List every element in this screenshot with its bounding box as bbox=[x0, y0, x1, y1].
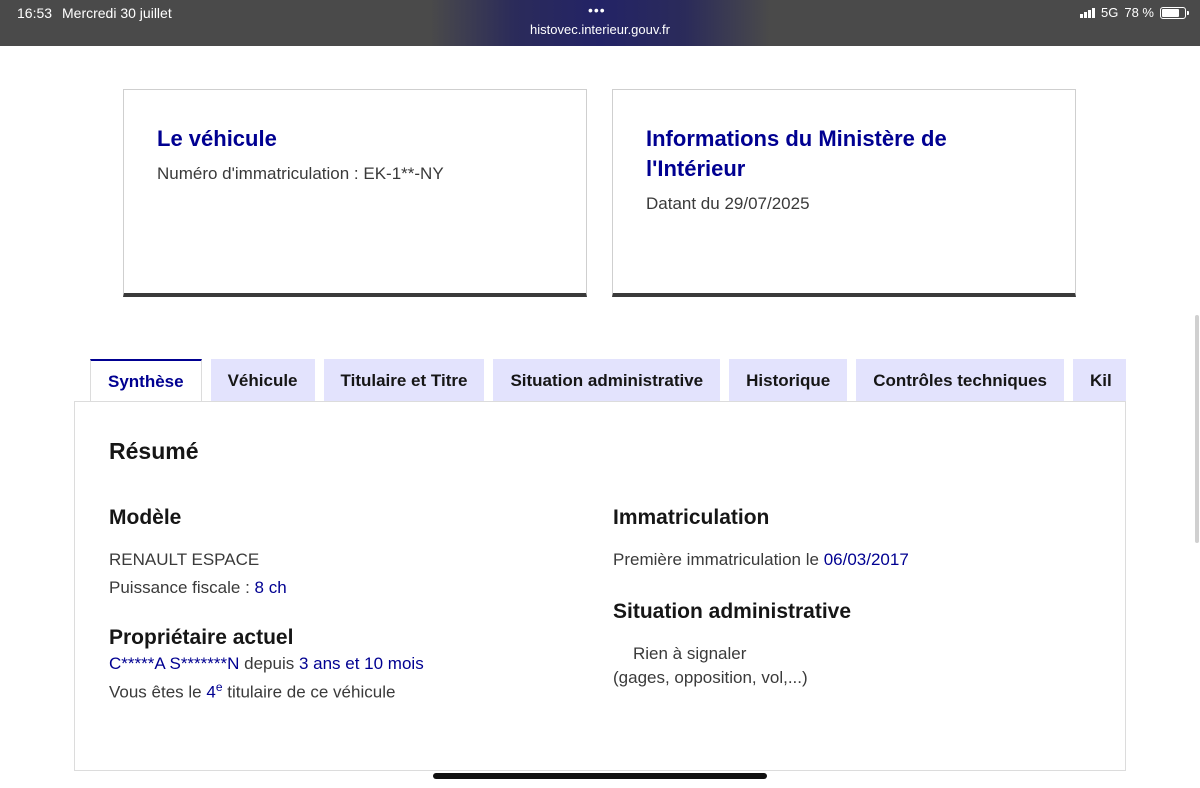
registration-heading: Immatriculation bbox=[613, 506, 770, 529]
tab-kilometrage[interactable]: Kil bbox=[1073, 359, 1126, 402]
first-registration-date: 06/03/2017 bbox=[823, 550, 909, 569]
tab-bar: Synthèse Véhicule Titulaire et Titre Sit… bbox=[90, 359, 1126, 402]
fiscal-power-value: 8 ch bbox=[254, 578, 287, 597]
status-time: 16:53 bbox=[17, 5, 53, 21]
fiscal-power-label: Puissance fiscale : bbox=[109, 578, 255, 597]
ministry-card: Informations du Ministère de l'Intérieur… bbox=[612, 89, 1076, 297]
status-bar: 16:53 Mercredi 30 juillet ••• histovec.i… bbox=[0, 0, 1200, 46]
tab-titulaire-et-titre[interactable]: Titulaire et Titre bbox=[323, 359, 485, 402]
model-heading: Modèle bbox=[109, 506, 182, 529]
summary-left-column: Modèle RENAULT ESPACE Puissance fiscale … bbox=[109, 506, 569, 703]
model-name: RENAULT ESPACE bbox=[109, 550, 260, 569]
vehicle-card-title: Le véhicule bbox=[157, 126, 277, 151]
ministry-date-line: Datant du 29/07/2025 bbox=[646, 194, 1042, 214]
tab-situation-administrative[interactable]: Situation administrative bbox=[493, 359, 721, 402]
plate-line: Numéro d'immatriculation : EK-1**-NY bbox=[157, 164, 553, 184]
fiscal-power-line: Puissance fiscale : 8 ch bbox=[109, 578, 569, 598]
page-scrollbar[interactable] bbox=[1195, 315, 1199, 543]
owner-rank-prefix: Vous êtes le bbox=[109, 682, 207, 702]
summary-title: Résumé bbox=[109, 438, 199, 464]
first-registration-line: Première immatriculation le 06/03/2017 bbox=[613, 550, 1073, 570]
battery-percent: 78 % bbox=[1124, 5, 1154, 20]
admin-status-detail: (gages, opposition, vol,...) bbox=[613, 668, 808, 687]
owner-since-label: depuis bbox=[239, 654, 299, 673]
battery-icon bbox=[1160, 6, 1189, 19]
admin-status-heading: Situation administrative bbox=[613, 600, 852, 623]
network-type: 5G bbox=[1101, 5, 1119, 20]
owner-heading: Propriétaire actuel bbox=[109, 626, 294, 649]
owner-rank-suffix: titulaire de ce véhicule bbox=[222, 682, 396, 702]
address-url[interactable]: histovec.interieur.gouv.fr bbox=[0, 22, 1200, 37]
owner-name: C*****A S*******N bbox=[109, 654, 240, 673]
tab-historique[interactable]: Historique bbox=[729, 359, 848, 402]
summary-right-column: Immatriculation Première immatriculation… bbox=[613, 506, 1073, 688]
plate-number: EK-1**-NY bbox=[363, 164, 444, 183]
vehicle-card: Le véhicule Numéro d'immatriculation : E… bbox=[123, 89, 587, 297]
admin-status-value: Rien à signaler bbox=[633, 644, 747, 663]
owner-rank: 4 bbox=[206, 682, 216, 702]
owner-since-value: 3 ans et 10 mois bbox=[298, 654, 424, 673]
owner-rank-sup: e bbox=[215, 680, 223, 694]
signal-icon bbox=[1080, 7, 1096, 18]
plate-label: Numéro d'immatriculation : bbox=[157, 164, 364, 183]
ministry-date: 29/07/2025 bbox=[724, 194, 810, 213]
status-indicators: 5G 78 % bbox=[1080, 5, 1189, 20]
tab-controles-techniques[interactable]: Contrôles techniques bbox=[856, 359, 1065, 402]
first-registration-label: Première immatriculation le bbox=[613, 550, 824, 569]
tab-vehicule[interactable]: Véhicule bbox=[210, 359, 315, 402]
tab-synthese[interactable]: Synthèse bbox=[90, 359, 202, 402]
owner-line: C*****A S*******N depuis 3 ans et 10 moi… bbox=[109, 654, 569, 674]
home-indicator[interactable] bbox=[433, 773, 767, 779]
synthese-panel: Résumé Modèle RENAULT ESPACE Puissance f… bbox=[74, 401, 1126, 771]
status-date: Mercredi 30 juillet bbox=[62, 5, 172, 21]
owner-rank-line: Vous êtes le 4e titulaire de ce véhicule bbox=[109, 680, 569, 703]
ministry-card-title: Informations du Ministère de l'Intérieur bbox=[646, 126, 947, 181]
ministry-date-label: Datant du bbox=[646, 194, 725, 213]
multitasking-dots-icon[interactable]: ••• bbox=[588, 2, 606, 18]
